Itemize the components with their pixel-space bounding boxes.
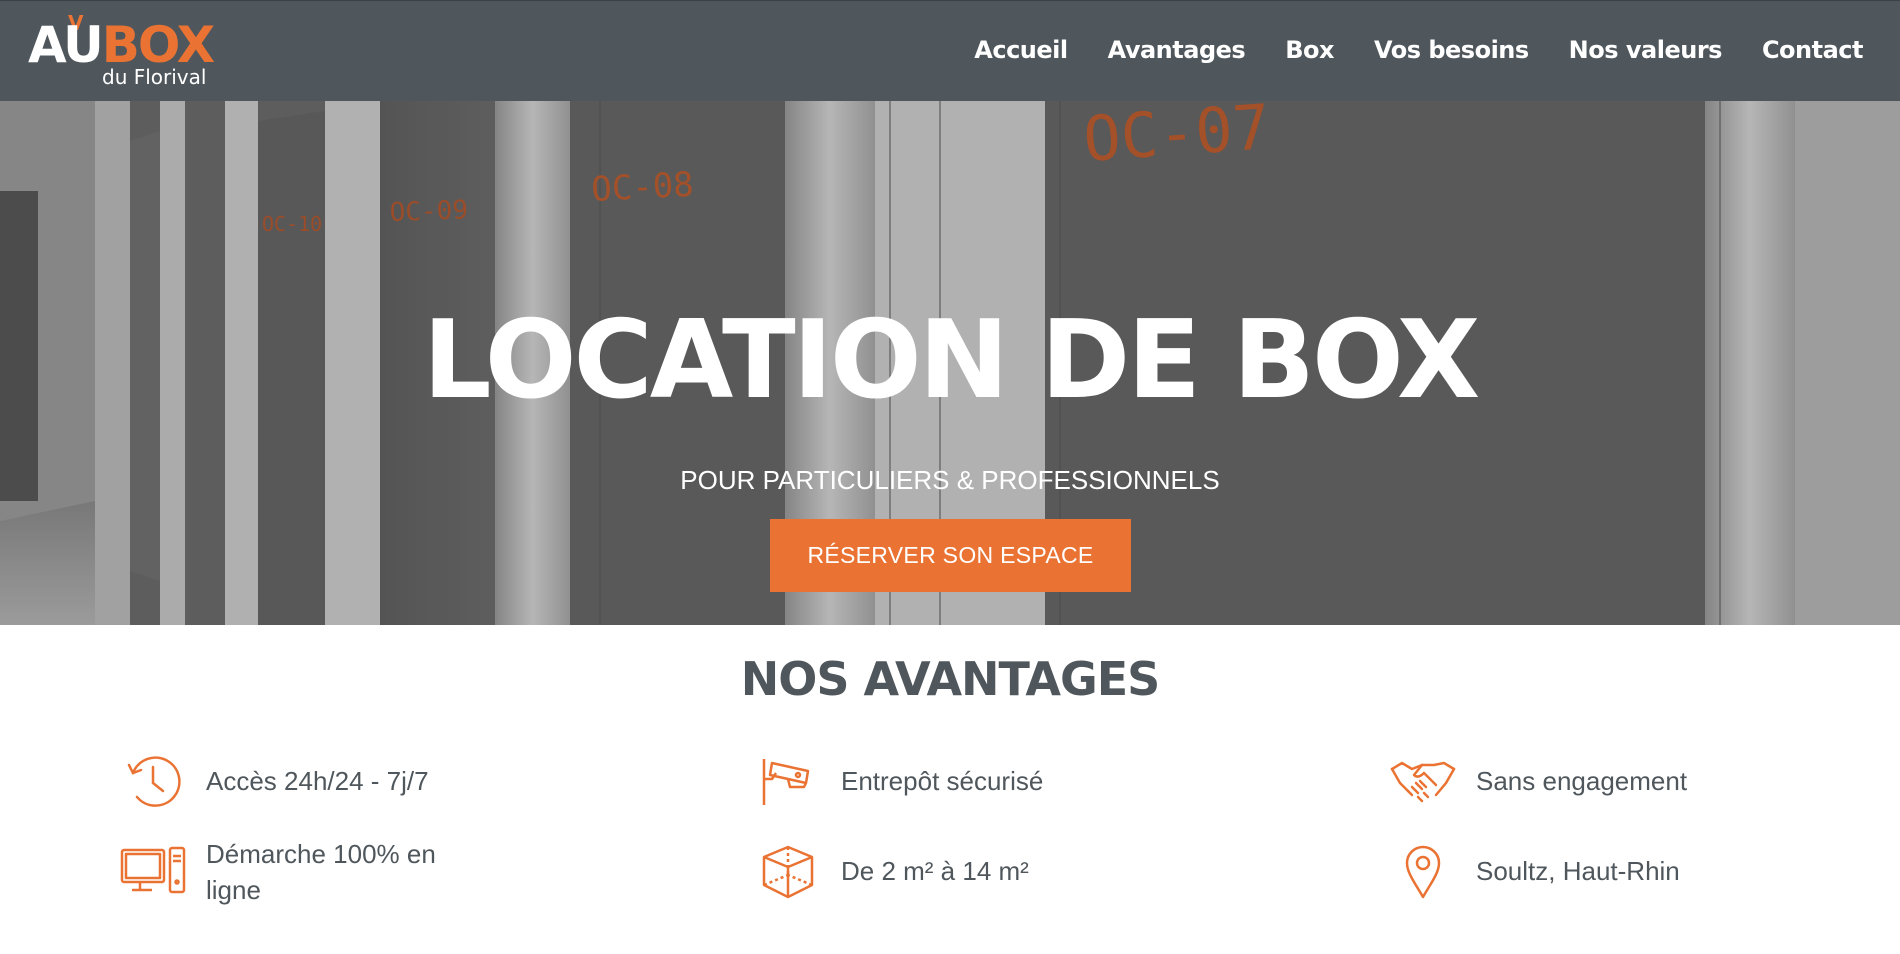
nav-contact[interactable]: Contact <box>1762 35 1864 65</box>
cube-icon <box>753 836 823 906</box>
computer-icon <box>118 837 188 907</box>
logo-au: AU <box>28 16 104 74</box>
map-pin-icon <box>1388 836 1458 906</box>
advantage-text: Accès 24h/24 - 7j/7 <box>206 766 429 796</box>
hero-title: LOCATION DE BOX <box>422 298 1480 423</box>
nav-accueil[interactable]: Accueil <box>974 35 1068 65</box>
reserve-space-button[interactable]: RÉSERVER SON ESPACE <box>770 519 1131 592</box>
site-header: V AUBOX du Florival Accueil Avantages Bo… <box>0 0 1900 101</box>
clock-history-icon <box>118 746 188 816</box>
nav-vos-besoins[interactable]: Vos besoins <box>1374 35 1529 65</box>
advantage-text: Démarche 100% en ligne <box>206 839 436 905</box>
advantages-title: NOS AVANTAGES <box>740 652 1161 706</box>
hero-subtitle: POUR PARTICULIERS & PROFESSIONNELS <box>680 465 1220 495</box>
main-nav: Accueil Avantages Box Vos besoins Nos va… <box>974 35 1863 65</box>
handshake-icon <box>1388 746 1458 816</box>
advantage-item-size: De 2 m² à 14 m² <box>753 836 1029 906</box>
security-camera-icon <box>753 746 823 816</box>
hero-section: OC-07 OC-08 OC-09 OC-10 LOCATION DE BOX … <box>0 101 1900 625</box>
advantage-item-online: Démarche 100% en ligne <box>118 836 466 908</box>
logo[interactable]: V AUBOX du Florival <box>28 11 218 89</box>
logo-subtitle: du Florival <box>102 65 207 89</box>
advantage-item-security: Entrepôt sécurisé <box>753 746 1043 816</box>
nav-avantages[interactable]: Avantages <box>1108 35 1246 65</box>
advantage-text: Entrepôt sécurisé <box>841 766 1044 796</box>
advantage-text: De 2 m² à 14 m² <box>841 856 1029 886</box>
advantage-item-access: Accès 24h/24 - 7j/7 <box>118 746 429 816</box>
advantage-item-no-commitment: Sans engagement <box>1388 746 1687 816</box>
nav-box[interactable]: Box <box>1285 35 1334 65</box>
advantage-text: Soultz, Haut-Rhin <box>1476 856 1680 886</box>
advantage-text: Sans engagement <box>1476 766 1688 796</box>
nav-nos-valeurs[interactable]: Nos valeurs <box>1569 35 1723 65</box>
advantage-item-location: Soultz, Haut-Rhin <box>1388 836 1680 906</box>
